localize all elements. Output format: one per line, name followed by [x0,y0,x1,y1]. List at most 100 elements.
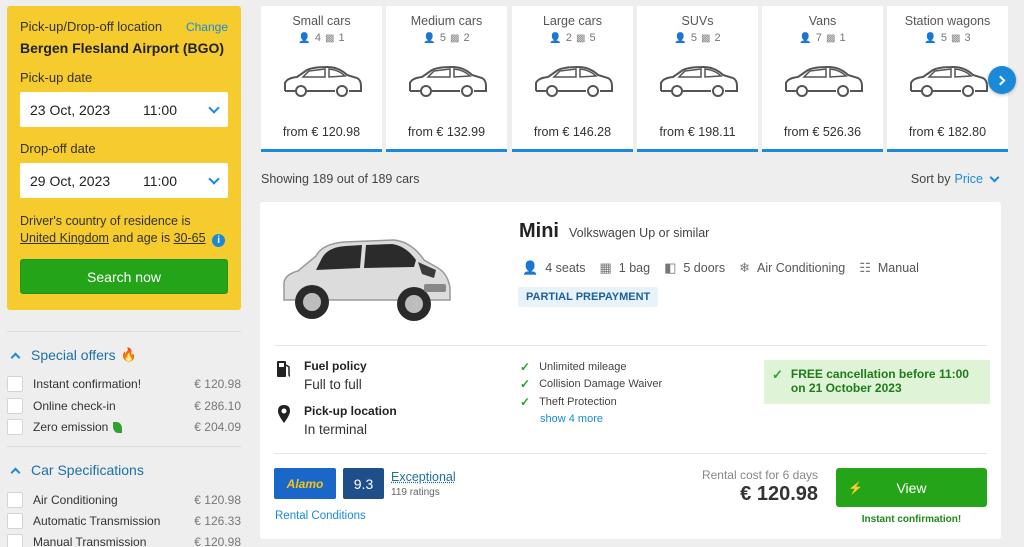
category-card-0[interactable]: Small cars 👤 4 ▩ 1 from € 120.98 [261,6,382,152]
divider [7,331,241,332]
search-panel: Pick-up/Drop-off location Change Bergen … [7,6,241,310]
bag-icon: ▩ [701,32,711,44]
checkbox[interactable] [7,534,23,547]
dropoff-date-field[interactable]: 29 Oct, 2023 11:00 [20,163,228,198]
car-specs-toggle[interactable]: Car Specifications [9,462,144,478]
category-card-3[interactable]: SUVs 👤 5 ▩ 2 from € 198.11 [637,6,758,152]
leaf-icon [113,421,123,433]
search-button[interactable]: Search now [20,259,228,294]
filter-price: € 120.98 [194,535,241,547]
filter-label: Manual Transmission [33,535,147,547]
pickup-date-field[interactable]: 23 Oct, 2023 11:00 [20,92,228,127]
spec-seats: 👤 4 seats [522,260,586,276]
category-price: from € 132.99 [407,125,486,139]
person-icon: 👤 [674,32,687,44]
fuel-pump-icon [274,359,294,392]
person-icon: 👤 [298,32,311,44]
rating-count: 119 ratings [391,487,440,498]
age-link[interactable]: 30-65 [174,231,206,245]
spec-transmission-label: Manual [877,261,919,275]
checkbox[interactable] [7,419,23,435]
age-text: and age is [112,231,171,245]
category-card-4[interactable]: Vans 👤 7 ▩ 1 from € 526.36 [762,6,883,152]
filter-price: € 286.10 [194,399,241,413]
checkbox[interactable] [7,398,23,414]
inclusion-item: ✓ Collision Damage Waiver [520,377,662,391]
filter-instant-confirmation[interactable]: Instant confirmation! € 120.98 [7,374,241,394]
filter-online-checkin[interactable]: Online check-in € 286.10 [7,396,241,416]
spec-ac: ❄ Air Conditioning [739,260,845,276]
category-seats: 4 [314,32,321,44]
chevron-up-icon [10,352,21,362]
category-name: Small cars [292,14,351,28]
category-seats: 7 [815,32,822,44]
car-class: Mini [519,220,559,242]
special-offers-toggle[interactable]: Special offers 🔥 [9,347,137,363]
filter-automatic[interactable]: Automatic Transmission € 126.33 [7,511,241,531]
check-icon: ✓ [520,377,531,391]
checkbox[interactable] [7,513,23,529]
filter-zero-emission[interactable]: Zero emission € 204.09 [7,417,241,437]
map-pin-icon [274,404,294,437]
location-value: Bergen Flesland Airport (BGO) [20,40,225,56]
next-button[interactable] [988,66,1016,94]
filter-price: € 120.98 [194,377,241,391]
car-icon [784,65,863,97]
divider [274,453,987,454]
person-icon: 👤 [423,32,436,44]
category-card-1[interactable]: Medium cars 👤 5 ▩ 2 from € 132.99 [386,6,507,152]
car-icon [534,65,613,97]
driver-country: Driver's country of residence is United … [20,213,228,247]
bag-icon: ▩ [325,32,335,44]
category-seats: 5 [940,32,947,44]
car-title: Mini Volkswagen Up or similar [519,220,709,243]
car-specs-title: Car Specifications [31,462,144,478]
prepayment-badge: PARTIAL PREPAYMENT [518,287,659,307]
result-card: Mini Volkswagen Up or similar 👤 4 seats ▦… [260,202,1001,539]
filter-label: Online check-in [33,399,116,413]
category-bags: 1 [839,32,846,44]
spec-seats-label: 4 seats [545,261,586,275]
show-more-link[interactable]: show 4 more [540,413,603,425]
category-bags: 3 [964,32,971,44]
person-icon: 👤 [799,32,812,44]
change-link[interactable]: Change [186,20,228,34]
free-cancellation-banner: ✓ FREE cancellation before 11:00 on 21 O… [764,360,990,404]
check-icon: ✓ [772,367,783,382]
info-icon[interactable]: i [212,234,226,247]
person-icon: 👤 [924,32,937,44]
filter-air-conditioning[interactable]: Air Conditioning € 120.98 [7,490,241,510]
rating-word[interactable]: Exceptional [391,470,456,484]
door-icon: ◧ [664,260,677,275]
filter-manual[interactable]: Manual Transmission € 120.98 [7,532,241,547]
bag-icon: ▩ [951,32,961,44]
filter-label: Automatic Transmission [33,514,161,528]
spec-ac-label: Air Conditioning [756,261,846,275]
sort-dropdown[interactable]: Sort by Price [911,172,1000,186]
inclusion-label: Unlimited mileage [539,361,627,373]
pickup-date: 23 Oct, 2023 [30,101,111,118]
checkbox[interactable] [7,376,23,392]
dropoff-label: Drop-off date [20,141,96,156]
category-name: Medium cars [410,14,483,28]
pickup-location-title: Pick-up location [304,404,397,418]
chevron-up-icon [10,467,21,477]
car-icon [909,65,988,97]
checkbox[interactable] [7,492,23,508]
country-link[interactable]: United Kingdom [20,231,109,245]
car-image [283,239,451,321]
filter-price: € 120.98 [194,493,241,507]
category-card-2[interactable]: Large cars 👤 2 ▩ 5 from € 146.28 [512,6,633,152]
spec-doors: ◧ 5 doors [664,260,725,276]
dropoff-time: 11:00 [143,172,177,189]
pickup-location: Pick-up location In terminal [274,404,397,437]
rental-conditions-link[interactable]: Rental Conditions [275,510,366,522]
snowflake-icon: ❄ [739,260,750,275]
category-name: Vans [808,14,837,28]
rental-price: € 120.98 [740,483,818,505]
view-button[interactable]: ⚡ View [836,468,987,507]
divider [274,345,987,346]
divider [7,446,241,447]
category-bags: 2 [714,32,721,44]
chevron-down-icon [208,172,220,185]
